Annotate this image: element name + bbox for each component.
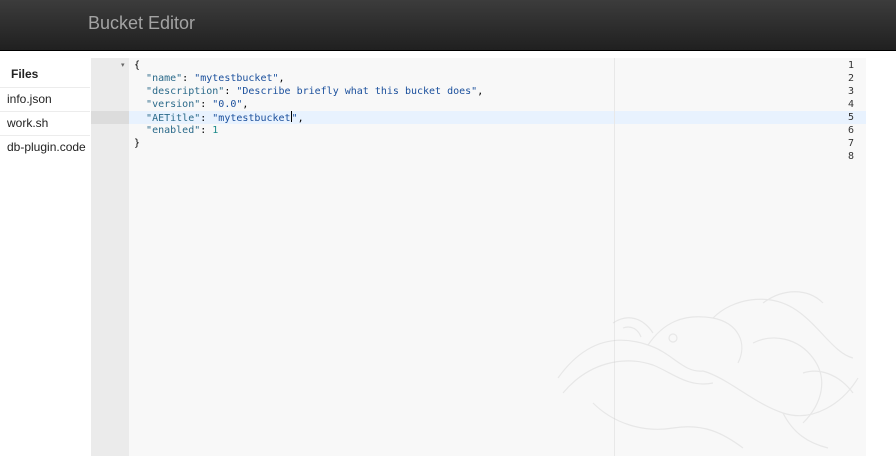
code-line: } — [134, 137, 140, 150]
files-heading: Files — [11, 67, 39, 81]
file-sidebar: Files info.json work.sh db-plugin.code — [0, 58, 90, 458]
json-value: "mytestbucket" — [194, 73, 279, 84]
json-value: "0.0" — [212, 99, 243, 110]
json-key: "description" — [146, 86, 225, 97]
json-key: "AETitle" — [146, 113, 201, 124]
code-line: "name": "mytestbucket", — [146, 73, 285, 84]
line-number: 5 — [847, 112, 854, 123]
top-bar: Bucket Editor — [0, 0, 896, 51]
line-number: 7 — [847, 138, 854, 149]
line-number: 6 — [847, 125, 854, 136]
json-trail: , — [242, 99, 249, 110]
json-key: "enabled" — [146, 125, 201, 136]
json-key: "version" — [146, 99, 201, 110]
code-line: { — [134, 59, 140, 72]
line-number: 3 — [847, 86, 854, 97]
json-value: "mytestbucket — [212, 113, 291, 124]
line-number: 8 — [847, 151, 854, 162]
json-trail: , — [297, 113, 304, 124]
file-item-db-plugin-code[interactable]: db-plugin.code — [0, 135, 90, 160]
file-item-info-json[interactable]: info.json — [0, 87, 90, 112]
line-number: 4 — [847, 99, 854, 110]
code-editor[interactable]: 1 ▾ 2 3 4 5 6 7 8 { "name": "mytestbucke… — [91, 58, 866, 456]
app-title: Bucket Editor — [88, 13, 196, 33]
code-line: "description": "Describe briefly what th… — [146, 86, 484, 97]
file-item-label: info.json — [7, 92, 52, 106]
json-trail: , — [278, 73, 285, 84]
json-trail: , — [477, 86, 484, 97]
file-item-label: db-plugin.code — [7, 140, 86, 154]
code-line: "version": "0.0", — [146, 99, 249, 110]
right-margin — [866, 58, 896, 458]
line-number: 1 — [847, 60, 854, 71]
code-text: { — [134, 60, 141, 71]
code-line-active: "AETitle": "mytestbucket", — [146, 111, 304, 124]
active-gutter-cell — [91, 111, 129, 124]
dragon-watermark-icon — [557, 291, 859, 449]
code-text: } — [134, 138, 141, 149]
json-value: 1 — [212, 125, 219, 136]
json-value: "Describe briefly what this bucket does" — [236, 86, 478, 97]
fold-arrow-icon[interactable]: ▾ — [121, 59, 125, 72]
line-number: 2 — [847, 73, 854, 84]
json-key: "name" — [146, 73, 183, 84]
file-item-label: work.sh — [7, 116, 49, 130]
file-item-work-sh[interactable]: work.sh — [0, 111, 90, 136]
code-line: "enabled": 1 — [146, 125, 219, 136]
